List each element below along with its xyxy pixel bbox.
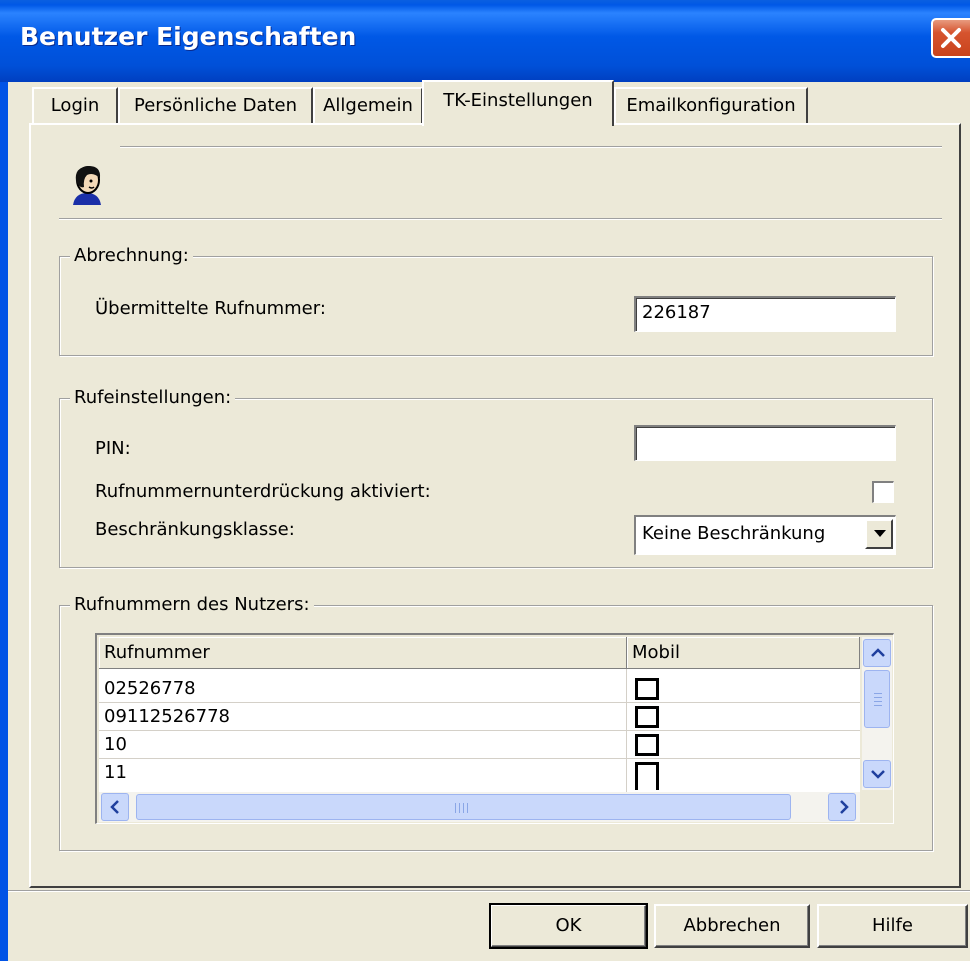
rufnummer-cell: 02526778 (104, 678, 196, 699)
title-bar[interactable]: Benutzer Eigenschaften (0, 0, 970, 82)
dialog-window: Benutzer Eigenschaften Login Persönliche… (0, 0, 970, 961)
tab-tk-einstellungen-label: TK-Einstellungen (443, 90, 593, 111)
rufnummer-cell: 09112526778 (104, 706, 230, 727)
table-row[interactable]: 09112526778 (99, 703, 860, 731)
column-header-rufnummer-label: Rufnummer (104, 642, 210, 663)
tab-allgemein-label: Allgemein (323, 95, 413, 116)
group-nutzer-rufnummern-label: Rufnummern des Nutzers: (70, 594, 314, 615)
grip-line (455, 803, 456, 813)
scroll-left-button[interactable] (101, 793, 129, 821)
table-row[interactable]: 02526778 (99, 675, 860, 703)
rufnummern-grid[interactable]: Rufnummer Mobil 02526778 09112526778 10 … (95, 633, 894, 824)
tab-persoenliche-daten-label: Persönliche Daten (133, 95, 298, 116)
grip-line (874, 705, 882, 706)
rufnummer-input[interactable]: 226187 (634, 296, 896, 332)
help-button[interactable]: Hilfe (817, 904, 968, 948)
cancel-button-label: Abbrechen (683, 915, 781, 936)
grip-line (459, 803, 460, 813)
vertical-scroll-thumb[interactable] (864, 670, 890, 728)
table-row[interactable]: 10 (99, 731, 860, 759)
horizontal-scroll-thumb[interactable] (136, 794, 791, 820)
tab-tk-einstellungen[interactable]: TK-Einstellungen (422, 80, 614, 126)
unterdrueckung-checkbox[interactable] (872, 481, 894, 503)
help-button-label: Hilfe (872, 915, 913, 936)
klasse-dropdown-button[interactable] (865, 519, 893, 549)
rufnummer-label: Übermittelte Rufnummer: (95, 298, 326, 319)
klasse-label: Beschränkungsklasse: (95, 519, 295, 540)
grip-line (463, 803, 464, 813)
close-icon (941, 28, 961, 48)
mobil-checkbox[interactable] (635, 762, 659, 790)
group-rufeinstellungen-label: Rufeinstellungen: (70, 387, 236, 408)
close-button[interactable] (931, 18, 970, 58)
tab-allgemein[interactable]: Allgemein (313, 87, 423, 125)
rufnummer-cell: 10 (104, 734, 127, 755)
klasse-select[interactable]: Keine Beschränkung (634, 515, 896, 555)
tab-persoenliche-daten[interactable]: Persönliche Daten (118, 87, 313, 125)
mobil-checkbox[interactable] (635, 706, 659, 728)
ok-button[interactable]: OK (489, 903, 648, 949)
column-header-mobil[interactable]: Mobil (627, 637, 860, 669)
vertical-scrollbar[interactable] (862, 637, 892, 790)
scroll-up-icon (871, 648, 885, 657)
ok-button-label: OK (555, 915, 582, 936)
column-header-rufnummer[interactable]: Rufnummer (99, 637, 627, 669)
grip-line (874, 693, 882, 694)
header-divider (120, 146, 942, 148)
rufnummer-value: 226187 (642, 302, 711, 323)
scroll-down-icon (871, 770, 885, 779)
window-title: Benutzer Eigenschaften (20, 22, 357, 51)
pin-label: PIN: (95, 438, 131, 459)
klasse-value: Keine Beschränkung (642, 523, 826, 544)
rufnummer-cell: 11 (104, 762, 127, 783)
mobil-checkbox[interactable] (635, 678, 659, 700)
unterdrueckung-label: Rufnummernunterdrückung aktiviert: (95, 481, 431, 502)
grip-line (874, 701, 882, 702)
scroll-down-button[interactable] (863, 760, 891, 788)
column-header-mobil-label: Mobil (632, 642, 680, 663)
pin-input[interactable] (634, 425, 896, 461)
grip-line (874, 697, 882, 698)
scroll-right-button[interactable] (828, 793, 856, 821)
tab-login[interactable]: Login (32, 87, 118, 125)
header-divider-lower (59, 218, 942, 220)
scroll-left-icon (110, 800, 119, 814)
tab-login-label: Login (50, 95, 100, 116)
scroll-right-icon (840, 800, 849, 814)
scroll-up-button[interactable] (863, 639, 891, 667)
table-row[interactable]: 11 (99, 759, 860, 792)
chevron-down-icon (874, 530, 886, 537)
group-abrechnung-label: Abrechnung: (70, 245, 193, 266)
cancel-button[interactable]: Abbrechen (654, 904, 810, 948)
mobil-checkbox[interactable] (635, 734, 659, 756)
grid-body: Rufnummer Mobil 02526778 09112526778 10 … (99, 637, 860, 792)
horizontal-scrollbar[interactable] (99, 792, 860, 822)
tab-emailkonfiguration-label: Emailkonfiguration (626, 95, 796, 116)
button-divider (8, 890, 970, 892)
window-frame-left (0, 82, 8, 961)
grip-line (467, 803, 468, 813)
user-avatar-icon (67, 163, 107, 212)
tab-emailkonfiguration[interactable]: Emailkonfiguration (614, 87, 808, 125)
